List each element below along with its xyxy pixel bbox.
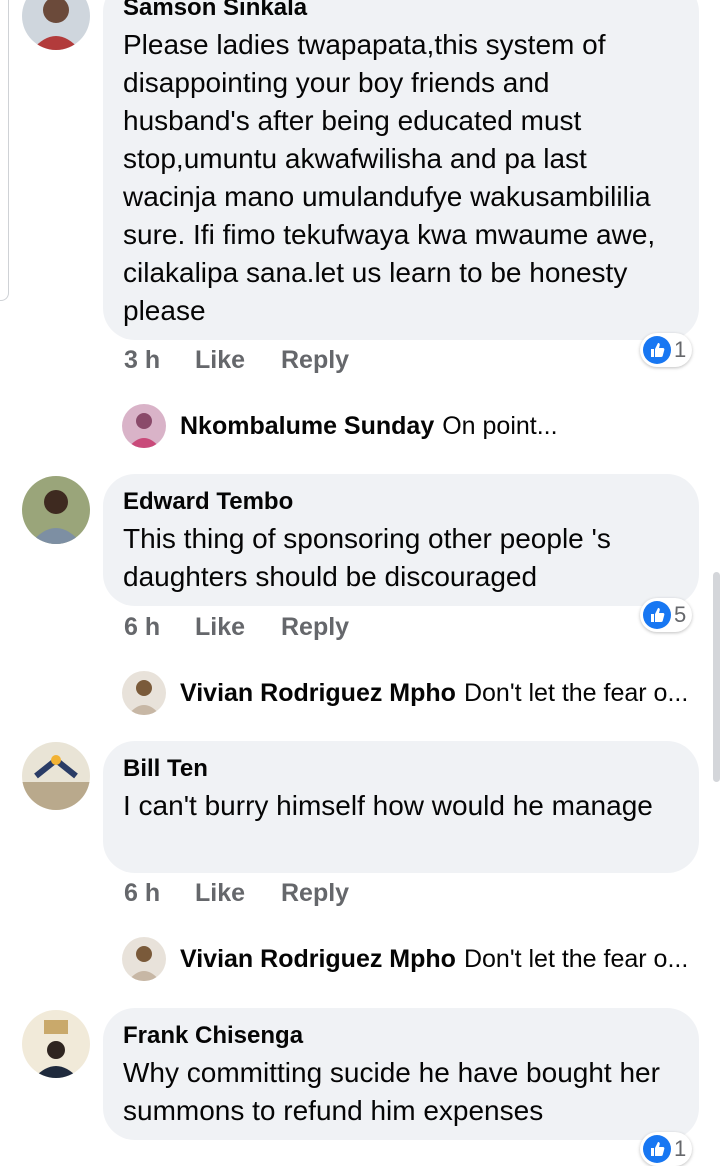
comment-author[interactable]: Frank Chisenga (123, 1022, 303, 1050)
reply-avatar (122, 937, 166, 981)
reply-button[interactable]: Reply (281, 346, 349, 375)
reply-text: Don't let the fear o... (463, 679, 689, 707)
like-thumb-icon (643, 601, 671, 629)
reaction-badge[interactable]: 1 (640, 1132, 693, 1166)
reply-author-name[interactable]: Vivian Rodriguez Mpho (180, 679, 456, 707)
reaction-count: 1 (674, 337, 687, 362)
avatar[interactable] (22, 0, 90, 50)
reply-author: Vivian Rodriguez Mpho Don't let the fear … (180, 679, 688, 708)
reaction-count: 1 (674, 1136, 687, 1161)
avatar[interactable] (22, 476, 90, 544)
comment-bubble: Edward Tembo This thing of sponsoring ot… (103, 474, 699, 606)
comment-timestamp[interactable]: 6 h (124, 613, 160, 642)
comment-text: I can't burry himself how would he manag… (123, 790, 653, 821)
avatar[interactable] (22, 742, 90, 810)
comment-author[interactable]: Edward Tembo (123, 488, 293, 516)
scrollbar[interactable] (713, 572, 720, 782)
comment-text: Why committing sucide he have bought her… (123, 1057, 660, 1126)
left-panel-edge (0, 0, 9, 301)
reaction-badge[interactable]: 5 (640, 598, 693, 632)
avatar[interactable] (22, 1010, 90, 1078)
comment-text: Please ladies twapapata,this system of d… (123, 29, 656, 326)
reply-button[interactable]: Reply (281, 879, 349, 908)
reply-author-name[interactable]: Vivian Rodriguez Mpho (180, 945, 456, 973)
reply-avatar (122, 671, 166, 715)
like-thumb-icon (643, 1135, 671, 1163)
comment-text: This thing of sponsoring other people 's… (123, 523, 611, 592)
comment-author[interactable]: Bill Ten (123, 755, 208, 783)
like-button[interactable]: Like (195, 613, 245, 642)
reply-text: Don't let the fear o... (463, 945, 689, 973)
reaction-count: 5 (674, 602, 687, 627)
comment-author[interactable]: Samson Sinkala (123, 0, 307, 22)
reply-avatar (122, 404, 166, 448)
reply-author-name[interactable]: Nkombalume Sunday (180, 412, 434, 440)
comment-bubble: Bill Ten I can't burry himself how would… (103, 741, 699, 873)
reaction-badge[interactable]: 1 (640, 333, 693, 367)
reply-author: Nkombalume Sunday On point... (180, 412, 558, 441)
comment-timestamp[interactable]: 6 h (124, 879, 160, 908)
like-thumb-icon (643, 336, 671, 364)
comment-bubble: Samson Sinkala Please ladies twapapata,t… (103, 0, 699, 340)
like-button[interactable]: Like (195, 879, 245, 908)
reply-button[interactable]: Reply (281, 613, 349, 642)
like-button[interactable]: Like (195, 346, 245, 375)
reply-author: Vivian Rodriguez Mpho Don't let the fear … (180, 945, 688, 974)
comment-bubble: Frank Chisenga Why committing sucide he … (103, 1008, 699, 1140)
reply-text: On point... (442, 412, 558, 440)
comment-timestamp[interactable]: 3 h (124, 346, 160, 375)
